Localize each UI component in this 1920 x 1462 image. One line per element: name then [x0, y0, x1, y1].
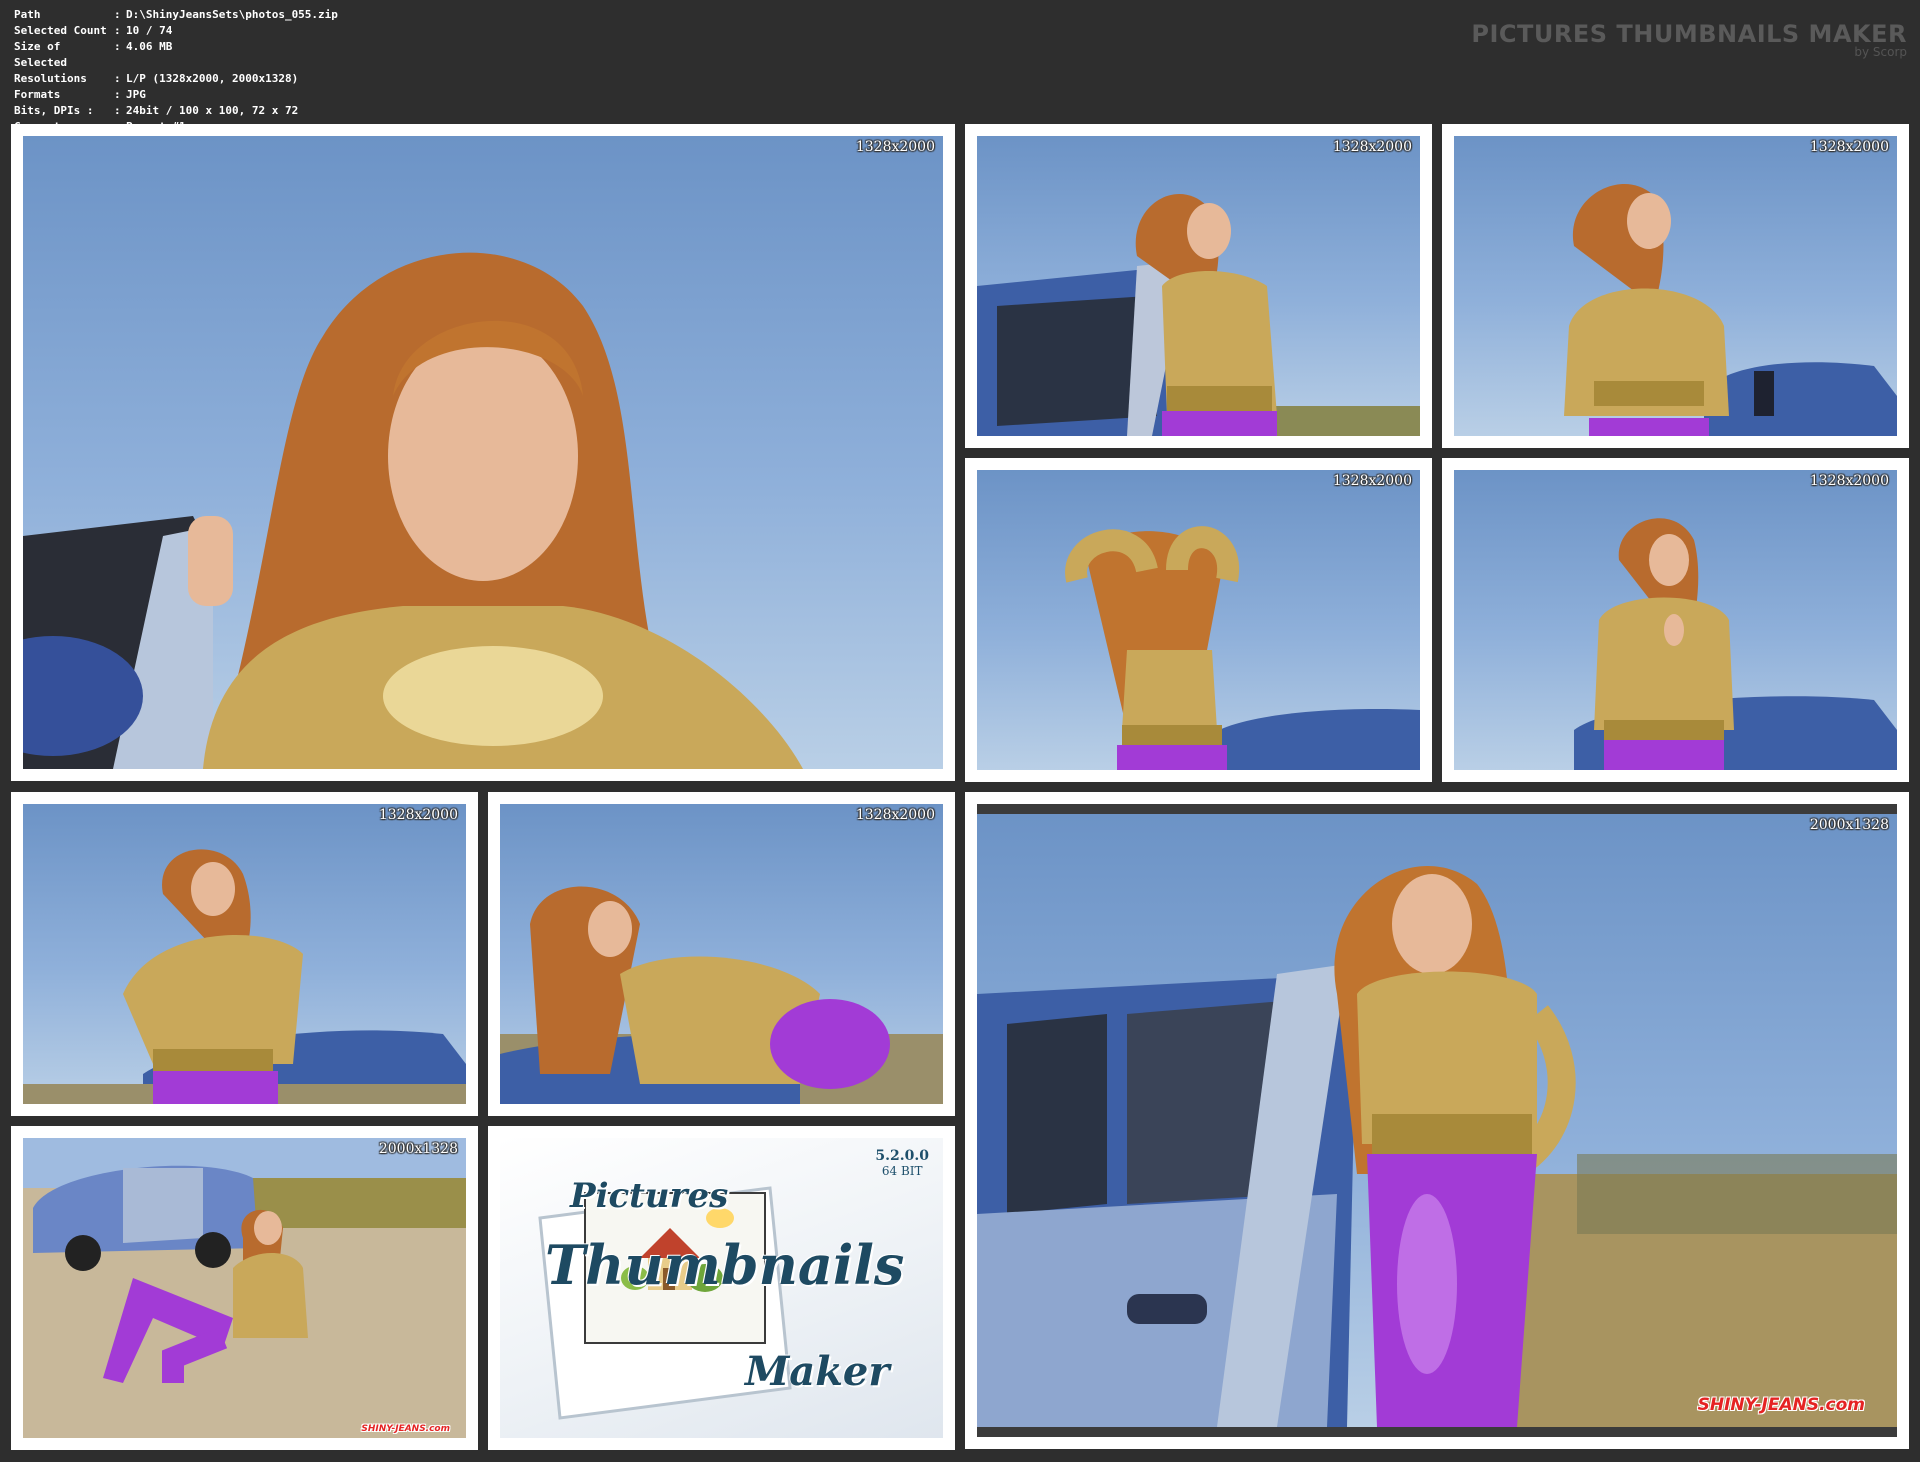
info-row-size: Size of Selected:4.06 MB [14, 39, 338, 71]
photo-sitting-ground: 2000x1328 SHINY-JEANS.com [23, 1138, 466, 1438]
thumbnail-2[interactable]: 1328x2000 [965, 124, 1432, 448]
info-separator: : [114, 40, 121, 53]
info-value: 10 / 74 [126, 24, 173, 37]
photo-image [1065, 526, 1420, 770]
brand: PICTURES THUMBNAILS MAKER by Scorp [1471, 20, 1907, 59]
resolution-label: 2000x1328 [378, 1141, 458, 1157]
info-row-resolutions: Resolutions: L/P (1328x2000, 2000x1328) [14, 71, 338, 87]
info-key: Path [14, 8, 41, 21]
info-separator: : [114, 24, 121, 37]
info-key: Selected Count [14, 24, 107, 37]
version-number: 5.2.0.0 [875, 1148, 929, 1164]
photo-back-view: 1328x2000 [977, 470, 1420, 770]
info-key: Resolutions [14, 72, 87, 85]
photo-car-door: 1328x2000 [977, 136, 1420, 436]
resolution-label: 1328x2000 [378, 807, 458, 823]
thumbnail-4[interactable]: 1328x2000 [965, 458, 1432, 782]
photo-image [23, 1138, 466, 1438]
thumbnail-9[interactable]: 2000x1328 SHINY-JEANS.com [11, 1126, 478, 1450]
resolution-label: 1328x2000 [855, 807, 935, 823]
watermark: SHINY-JEANS.com [361, 1424, 450, 1434]
resolution-label: 1328x2000 [1809, 139, 1889, 155]
info-value: JPG [126, 88, 146, 101]
logo-word-thumbnails: Thumbnails [545, 1233, 905, 1297]
photo-image [977, 866, 1897, 1427]
thumbnail-5[interactable]: 1328x2000 [1442, 458, 1909, 782]
info-key: Size of Selected [14, 40, 67, 69]
photo-looking-back: 1328x2000 [1454, 470, 1897, 770]
photo-closeup: 1328x2000 [23, 136, 943, 769]
info-key: Formats [14, 88, 61, 101]
brand-title: PICTURES THUMBNAILS MAKER [1471, 20, 1907, 48]
info-key: Bits, DPIs : [14, 104, 94, 117]
info-value: D:\ShinyJeansSets\photos_055.zip [126, 8, 338, 21]
info-value: 4.06 MB [126, 40, 173, 53]
info-row-bits: Bits, DPIs ::24bit / 100 x 100, 72 x 72 [14, 103, 338, 119]
thumbnail-7[interactable]: 1328x2000 [488, 792, 955, 1116]
photo-image [23, 252, 803, 769]
thumbnail-8[interactable]: 2000x1328 SHINY-JEANS.com [965, 792, 1909, 1449]
photo-leaning: 1328x2000 [500, 804, 943, 1104]
resolution-label: 1328x2000 [1332, 473, 1412, 489]
info-separator: : [114, 8, 121, 21]
resolution-label: 1328x2000 [1332, 139, 1412, 155]
info-separator: : [114, 104, 121, 117]
info-separator: : [114, 88, 121, 101]
resolution-label: 1328x2000 [855, 139, 935, 155]
watermark: SHINY-JEANS.com [1697, 1395, 1865, 1415]
thumbnail-1[interactable]: 1328x2000 [11, 124, 955, 781]
photo-image [23, 849, 466, 1104]
file-info-panel: Path: D:\ShinyJeansSets\photos_055.zip Se… [14, 7, 338, 135]
thumbnail-3[interactable]: 1328x2000 [1442, 124, 1909, 448]
info-row-path: Path: D:\ShinyJeansSets\photos_055.zip [14, 7, 338, 23]
thumbnail-6[interactable]: 1328x2000 [11, 792, 478, 1116]
info-separator: : [114, 72, 121, 85]
photo-hands-hips: 1328x2000 [1454, 136, 1897, 436]
logo-panel: 5.2.0.0 64 BIT Pictures Thumbnails Maker [500, 1138, 943, 1438]
resolution-label: 2000x1328 [1809, 817, 1889, 833]
photo-hand-to-face: 1328x2000 [23, 804, 466, 1104]
version-badge: 5.2.0.0 64 BIT [875, 1148, 929, 1178]
info-value: 24bit / 100 x 100, 72 x 72 [126, 104, 299, 117]
info-row-selected-count: Selected Count:10 / 74 [14, 23, 338, 39]
photo-image [1564, 184, 1897, 436]
app-logo-tile: 5.2.0.0 64 BIT Pictures Thumbnails Maker [488, 1126, 955, 1450]
photo-image [977, 194, 1420, 436]
info-row-formats: Formats: JPG [14, 87, 338, 103]
resolution-label: 1328x2000 [1809, 473, 1889, 489]
logo-word-pictures: Pictures [570, 1176, 729, 1216]
photo-image [1574, 518, 1897, 770]
version-bits: 64 BIT [881, 1164, 923, 1178]
photo-car-standing: 2000x1328 SHINY-JEANS.com [977, 804, 1897, 1437]
info-value: L/P (1328x2000, 2000x1328) [126, 72, 299, 85]
logo-word-maker: Maker [745, 1348, 890, 1395]
photo-image [500, 886, 943, 1104]
